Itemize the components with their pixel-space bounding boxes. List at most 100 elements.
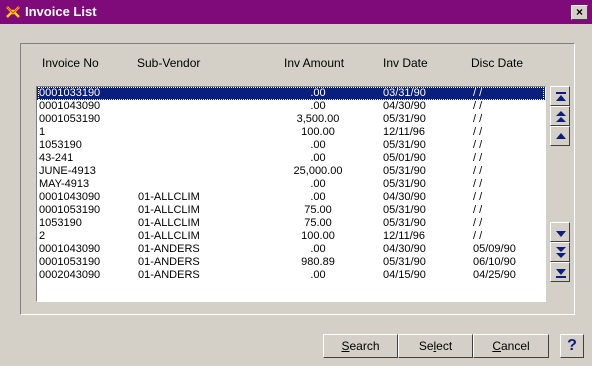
- cell-inv-date: 04/30/90: [383, 243, 426, 255]
- cell-inv-date: 04/15/90: [383, 269, 426, 281]
- close-icon: ×: [575, 5, 583, 19]
- cell-inv-amount: .00: [310, 191, 326, 203]
- app-logo-icon: [5, 4, 21, 20]
- invoice-grid[interactable]: 0001033190 .00 03/31/90 / / 0001043090 .…: [36, 86, 546, 302]
- cell-invoice-no: MAY-4913: [39, 178, 90, 190]
- scroll-top-icon: [556, 92, 566, 101]
- table-row[interactable]: 0001033190 .00 03/31/90 / /: [37, 87, 545, 100]
- cell-sub-vendor: 01-ALLCLIM: [138, 217, 200, 229]
- table-row[interactable]: 0001053190 01-ALLCLIM 75.00 05/31/90 / /: [37, 204, 545, 217]
- cell-inv-amount: 100.00: [301, 230, 335, 242]
- table-row[interactable]: 1053190 .00 05/31/90 / /: [37, 139, 545, 152]
- cell-inv-amount: .00: [310, 139, 326, 151]
- line-down-button[interactable]: [550, 222, 570, 242]
- column-header-inv-amount: Inv Amount: [284, 56, 345, 70]
- cell-invoice-no: 2: [39, 230, 46, 242]
- cell-disc-date: 06/10/90: [473, 256, 516, 268]
- cell-inv-date: 05/31/90: [383, 204, 426, 216]
- cell-sub-vendor: 01-ALLCLIM: [138, 204, 200, 216]
- page-up-button[interactable]: [550, 106, 570, 126]
- cell-disc-date: / /: [473, 87, 483, 99]
- table-row[interactable]: 0001053190 3,500.00 05/31/90 / /: [37, 113, 545, 126]
- column-header-sub-vendor: Sub-Vendor: [137, 56, 201, 70]
- line-up-button[interactable]: [550, 126, 570, 146]
- cell-invoice-no: 1053190: [39, 139, 82, 151]
- cell-inv-amount: .00: [310, 152, 326, 164]
- cell-disc-date: / /: [473, 100, 483, 112]
- cell-disc-date: / /: [473, 152, 483, 164]
- cell-sub-vendor: 01-ANDERS: [138, 269, 200, 281]
- cell-inv-date: 05/31/90: [383, 113, 426, 125]
- line-up-icon: [556, 133, 566, 139]
- cell-invoice-no: 0002043090: [39, 269, 101, 281]
- cell-invoice-no: 0001043090: [39, 191, 101, 203]
- cell-disc-date: / /: [473, 191, 483, 203]
- cell-invoice-no: 43-241: [39, 152, 74, 164]
- cancel-button[interactable]: Cancel: [473, 334, 549, 358]
- table-row[interactable]: 2 01-ALLCLIM 100.00 12/11/96 / /: [37, 230, 545, 243]
- cell-inv-date: 05/31/90: [383, 139, 426, 151]
- close-button[interactable]: ×: [571, 5, 588, 20]
- cell-inv-date: 04/30/90: [383, 191, 426, 203]
- select-label-post: ect: [436, 339, 453, 353]
- table-row[interactable]: JUNE-4913 25,000.00 05/31/90 / /: [37, 165, 545, 178]
- scroll-track[interactable]: [550, 166, 570, 222]
- cell-inv-amount: 100.00: [301, 126, 335, 138]
- table-row[interactable]: 0001043090 .00 04/30/90 / /: [37, 100, 545, 113]
- column-header-invoice-no: Invoice No: [42, 56, 99, 70]
- cell-inv-amount: .00: [310, 178, 326, 190]
- line-down-icon: [556, 231, 566, 237]
- scroll-bottom-icon: [556, 269, 566, 278]
- cell-invoice-no: 0001043090: [39, 243, 101, 255]
- cell-inv-amount: .00: [310, 243, 326, 255]
- cancel-label-key: C: [492, 339, 501, 353]
- cell-inv-date: 03/31/90: [383, 87, 426, 99]
- select-label-pre: Se: [418, 339, 434, 353]
- page-up-icon: [556, 111, 566, 122]
- search-button[interactable]: Search: [323, 334, 398, 358]
- scroll-top-button[interactable]: [550, 86, 570, 106]
- page-down-button[interactable]: [550, 242, 570, 262]
- cell-inv-amount: .00: [310, 87, 326, 99]
- table-row[interactable]: MAY-4913 .00 05/31/90 / /: [37, 178, 545, 191]
- cell-sub-vendor: 01-ALLCLIM: [138, 230, 200, 242]
- cell-disc-date: / /: [473, 178, 483, 190]
- column-header-inv-date: Inv Date: [383, 56, 428, 70]
- cell-sub-vendor: 01-ANDERS: [138, 256, 200, 268]
- table-row[interactable]: 0001043090 01-ALLCLIM .00 04/30/90 / /: [37, 191, 545, 204]
- select-button[interactable]: Select: [398, 334, 473, 358]
- list-scrollbar[interactable]: [550, 86, 570, 302]
- table-row[interactable]: 0002043090 01-ANDERS .00 04/15/90 04/25/…: [37, 269, 545, 282]
- cell-invoice-no: 0001053190: [39, 113, 101, 125]
- scroll-bottom-button[interactable]: [550, 262, 570, 282]
- cell-inv-amount: 75.00: [304, 204, 332, 216]
- cell-disc-date: / /: [473, 230, 483, 242]
- cancel-label-post: ancel: [500, 339, 530, 353]
- cell-inv-amount: .00: [310, 100, 326, 112]
- cell-inv-amount: 25,000.00: [293, 165, 343, 177]
- cell-inv-amount: 980.89: [301, 256, 335, 268]
- cell-disc-date: 04/25/90: [473, 269, 516, 281]
- cell-inv-date: 12/11/96: [383, 126, 426, 138]
- cell-disc-date: 05/09/90: [473, 243, 516, 255]
- page-down-icon: [556, 247, 566, 258]
- cell-invoice-no: 1053190: [39, 217, 82, 229]
- table-row[interactable]: 43-241 .00 05/01/90 / /: [37, 152, 545, 165]
- table-row[interactable]: 0001043090 01-ANDERS .00 04/30/90 05/09/…: [37, 243, 545, 256]
- cell-inv-amount: 3,500.00: [296, 113, 340, 125]
- cell-invoice-no: 0001043090: [39, 100, 101, 112]
- cell-inv-amount: .00: [310, 269, 326, 281]
- cell-disc-date: / /: [473, 204, 483, 216]
- help-button[interactable]: ?: [560, 334, 584, 358]
- table-row[interactable]: 1 100.00 12/11/96 / /: [37, 126, 545, 139]
- cell-inv-date: 05/31/90: [383, 165, 426, 177]
- window-title: Invoice List: [25, 4, 97, 19]
- cell-invoice-no: JUNE-4913: [39, 165, 96, 177]
- cell-sub-vendor: 01-ANDERS: [138, 243, 200, 255]
- cell-inv-date: 05/01/90: [383, 152, 426, 164]
- table-row[interactable]: 0001053190 01-ANDERS 980.89 05/31/90 06/…: [37, 256, 545, 269]
- cell-inv-date: 05/31/90: [383, 256, 426, 268]
- cell-inv-date: 05/31/90: [383, 178, 426, 190]
- search-label-post: earch: [349, 339, 380, 353]
- table-row[interactable]: 1053190 01-ALLCLIM 75.00 05/31/90 / /: [37, 217, 545, 230]
